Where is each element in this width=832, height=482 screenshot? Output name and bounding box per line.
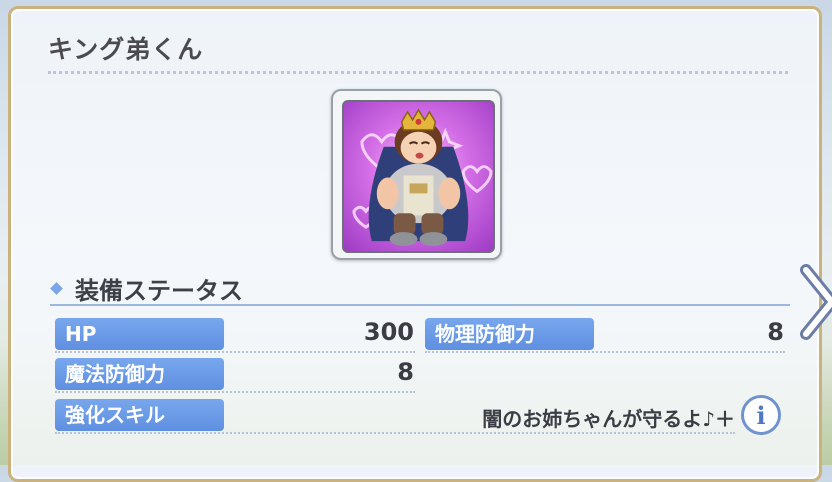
equipment-status-heading: 装備ステータス (50, 271, 243, 306)
stat-value-hp: 300 (363, 318, 414, 346)
info-icon[interactable]: i (741, 395, 781, 435)
stat-value-physical-defense: 8 (767, 318, 784, 346)
character-card[interactable] (331, 89, 502, 260)
row-divider (55, 391, 415, 393)
row-divider (55, 432, 735, 434)
diamond-bullet-icon (50, 282, 63, 295)
chevron-right-icon[interactable] (800, 262, 832, 342)
skill-value-enhance: 闇のお姉ちゃんが守るよ♪＋ (482, 407, 735, 431)
skill-label-enhance: 強化スキル (55, 399, 224, 431)
stat-value-magic-defense: 8 (397, 358, 414, 386)
king-little-brother-portrait-icon (352, 108, 493, 247)
page-title: キング弟くん (48, 35, 204, 64)
section-divider (50, 304, 790, 306)
row-divider (55, 351, 415, 353)
character-portrait (342, 100, 495, 253)
stat-label-hp: HP (55, 318, 224, 350)
title-divider (48, 71, 788, 74)
section-title-text: 装備ステータス (75, 277, 243, 305)
stat-label-physical-defense: 物理防御力 (425, 318, 594, 350)
row-divider (425, 351, 785, 353)
stat-label-magic-defense: 魔法防御力 (55, 358, 224, 390)
